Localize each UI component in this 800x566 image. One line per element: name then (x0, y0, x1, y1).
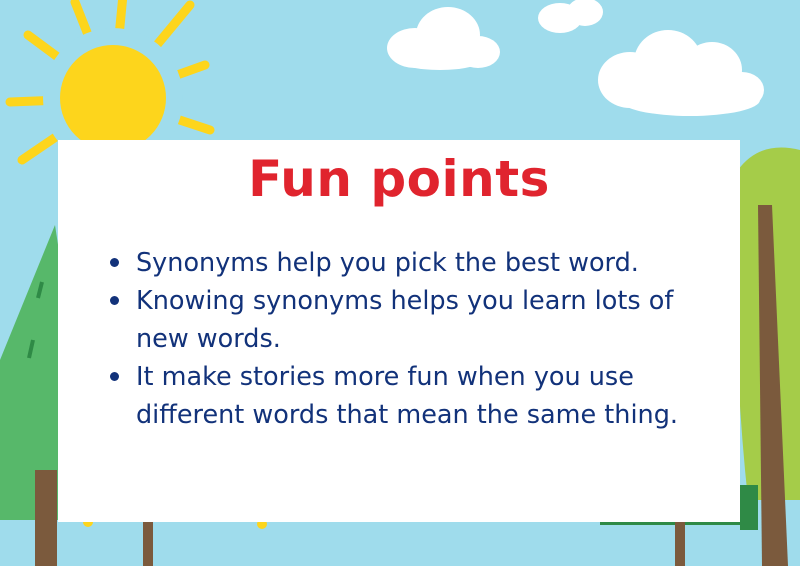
content-card: Fun points Synonyms help you pick the be… (58, 140, 740, 522)
list-item-text: It make stories more fun when you use di… (136, 362, 678, 430)
bullet-icon (110, 296, 119, 305)
slide: Fun points Synonyms help you pick the be… (0, 0, 800, 566)
cloud-left-icon (387, 7, 500, 70)
list-item-text: Knowing synonyms helps you learn lots of… (136, 286, 674, 354)
list-item: It make stories more fun when you use di… (110, 358, 710, 434)
list-item-text: Synonyms help you pick the best word. (136, 248, 639, 278)
bullet-icon (110, 258, 119, 267)
bullet-icon (110, 372, 119, 381)
cloud-small-icon (538, 0, 603, 33)
page-title: Fun points (248, 150, 550, 208)
list-item: Knowing synonyms helps you learn lots of… (110, 282, 710, 358)
cloud-right-icon (598, 30, 764, 116)
bullet-list: Synonyms help you pick the best word. Kn… (110, 244, 710, 434)
list-item: Synonyms help you pick the best word. (110, 244, 710, 282)
